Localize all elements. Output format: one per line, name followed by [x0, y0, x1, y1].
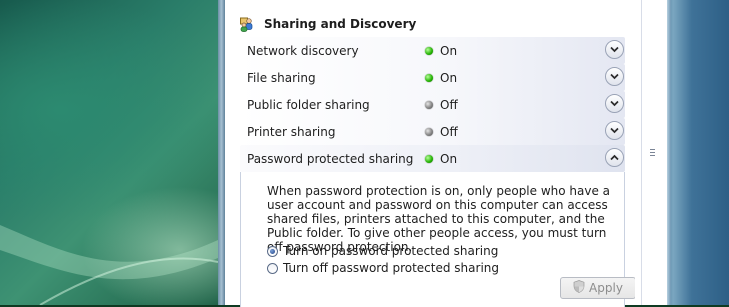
expand-button[interactable] [605, 67, 624, 86]
apply-label: Apply [589, 281, 623, 295]
sharing-panel: Sharing and Discovery Network discovery … [225, 0, 636, 307]
chevron-down-icon [610, 100, 619, 107]
radio-button[interactable] [267, 262, 278, 274]
status-indicator: On [425, 71, 457, 85]
window-right-frame-highlight [667, 0, 671, 305]
row-label: File sharing [247, 71, 316, 85]
expand-button[interactable] [605, 94, 624, 113]
row-printer-sharing[interactable]: Printer sharing Off [240, 118, 625, 145]
status-indicator: On [425, 152, 457, 166]
row-label: Network discovery [247, 44, 359, 58]
expand-button[interactable] [605, 121, 624, 140]
status-off-dot [425, 128, 433, 136]
network-sharing-icon [240, 17, 255, 32]
collapse-button[interactable] [605, 148, 624, 167]
pane-splitter-area [635, 0, 667, 305]
section-title: Sharing and Discovery [264, 17, 417, 31]
status-on-dot [425, 155, 433, 163]
chevron-down-icon [610, 127, 619, 134]
splitter-grip-icon[interactable] [650, 149, 655, 157]
status-on-dot [425, 74, 433, 82]
row-label: Public folder sharing [247, 98, 370, 112]
status-text: Off [440, 125, 458, 139]
status-text: On [440, 152, 458, 166]
option-label: Turn on password protected sharing [283, 244, 499, 258]
expand-button[interactable] [605, 40, 624, 59]
turn-off-password-sharing-option[interactable]: Turn off password protected sharing [267, 261, 499, 275]
apply-button[interactable]: Apply [560, 277, 636, 299]
chevron-up-icon [610, 154, 619, 161]
option-label: Turn off password protected sharing [283, 261, 499, 275]
row-file-sharing[interactable]: File sharing On [240, 64, 625, 91]
row-label: Printer sharing [247, 125, 336, 139]
row-password-protected-sharing[interactable]: Password protected sharing On [240, 145, 625, 172]
password-sharing-details: When password protection is on, only peo… [240, 172, 636, 307]
window-right-frame [667, 0, 729, 305]
window-left-border [218, 0, 225, 305]
section-header: Sharing and Discovery [240, 14, 416, 34]
row-public-folder-sharing[interactable]: Public folder sharing Off [240, 91, 625, 118]
status-indicator: Off [425, 98, 458, 112]
wallpaper-light-streak [0, 225, 218, 305]
status-indicator: Off [425, 125, 458, 139]
radio-button-selected[interactable] [267, 245, 278, 257]
status-text: On [440, 71, 458, 85]
chevron-down-icon [610, 46, 619, 53]
row-network-discovery[interactable]: Network discovery On [240, 37, 625, 64]
status-text: Off [440, 98, 458, 112]
uac-shield-icon [573, 280, 585, 296]
pane-divider [641, 0, 642, 305]
status-on-dot [425, 47, 433, 55]
status-text: On [440, 44, 458, 58]
row-label: Password protected sharing [247, 152, 414, 166]
status-indicator: On [425, 44, 457, 58]
turn-on-password-sharing-option[interactable]: Turn on password protected sharing [267, 244, 498, 258]
status-off-dot [425, 101, 433, 109]
chevron-down-icon [610, 73, 619, 80]
